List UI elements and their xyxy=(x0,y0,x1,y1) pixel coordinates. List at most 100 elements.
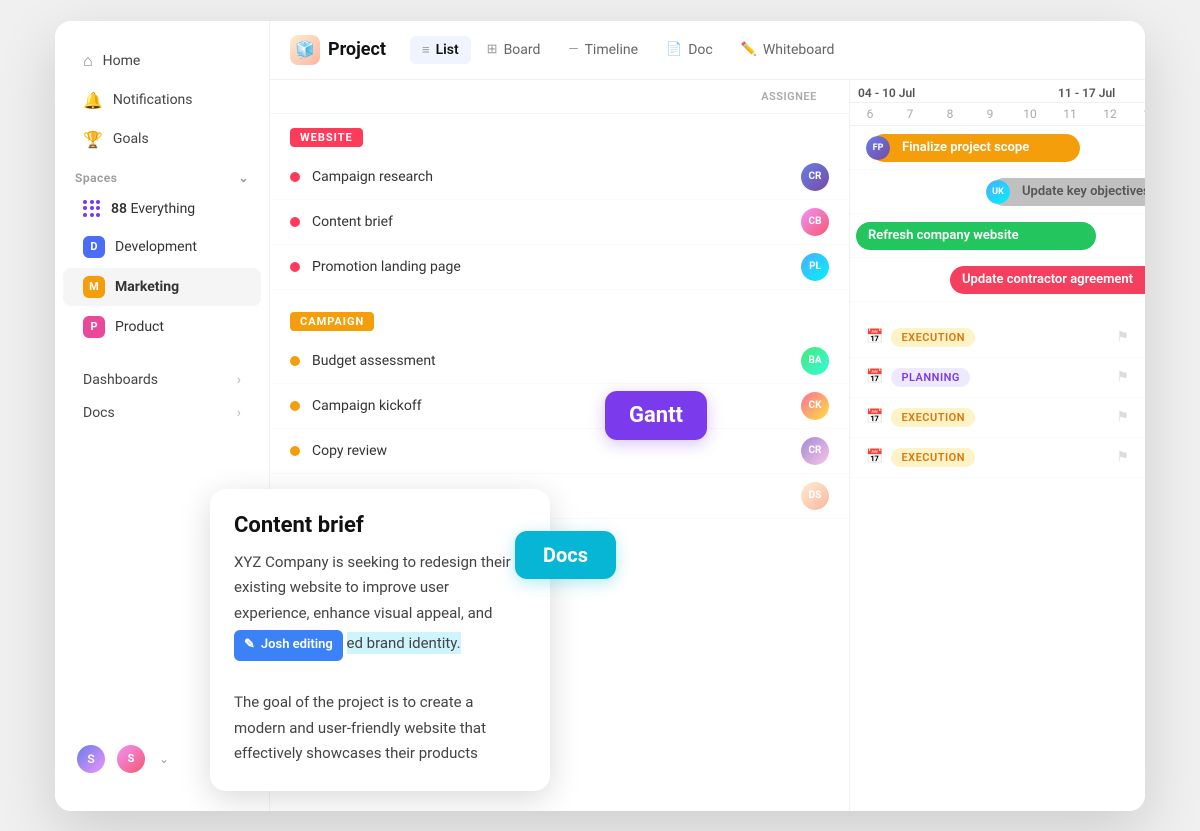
chevron-right-icon: › xyxy=(237,372,241,388)
gantt-area: 04 - 10 Jul 6 7 8 9 10 11 - 17 Jul 11 xyxy=(850,80,1145,811)
gantt-bar-contractor[interactable]: Update contractor agreement xyxy=(950,266,1145,294)
list-icon: ≡ xyxy=(422,42,430,58)
spaces-section: Spaces ⌄ xyxy=(55,159,269,191)
flag-icon: ⚑ xyxy=(1116,449,1129,465)
flag-icon: ⚑ xyxy=(1116,329,1129,345)
timeline-icon: — xyxy=(568,42,578,57)
task-name: Content brief xyxy=(312,214,801,230)
tab-navigation: ≡ List ⊞ Board — Timeline 📄 Doc ✏️ Wh xyxy=(410,36,846,64)
gantt-bar-label: Update key objectives xyxy=(1002,184,1145,199)
tab-timeline[interactable]: — Timeline xyxy=(556,36,650,64)
sidebar-item-home-label: Home xyxy=(103,53,141,69)
docs-floating-button[interactable]: Docs xyxy=(515,531,616,579)
chevron-down-icon[interactable]: ⌄ xyxy=(159,752,169,766)
sidebar-item-notifications[interactable]: 🔔 Notifications xyxy=(63,82,261,119)
bell-icon: 🔔 xyxy=(83,91,103,110)
gantt-bar-label: Update contractor agreement xyxy=(962,272,1133,287)
day-7: 7 xyxy=(890,103,930,125)
gantt-week-2: 11 - 17 Jul 11 12 13 14 xyxy=(1050,80,1145,125)
docs-floating-panel: Content brief XYZ Company is seeking to … xyxy=(210,489,550,791)
table-row[interactable]: Content brief CB xyxy=(270,200,849,245)
calendar-icon: 📅 xyxy=(866,409,883,425)
status-badge: PLANNING xyxy=(891,368,969,387)
sidebar-item-marketing[interactable]: M Marketing xyxy=(63,268,261,306)
avatar: CK xyxy=(801,392,829,420)
tab-board[interactable]: ⊞ Board xyxy=(475,36,553,64)
week-label-2: 11 - 17 Jul xyxy=(1050,80,1145,103)
task-name: Copy review xyxy=(312,443,801,459)
day-13: 13 xyxy=(1130,103,1145,125)
sidebar-item-goals[interactable]: 🏆 Goals xyxy=(63,121,261,158)
calendar-icon: 📅 xyxy=(866,329,883,345)
calendar-icon: 📅 xyxy=(866,369,883,385)
sidebar-item-docs[interactable]: Docs › xyxy=(63,397,261,429)
task-status-dot xyxy=(290,401,300,411)
marketing-label: Marketing xyxy=(115,279,179,295)
assignee-header: ASSIGNEE xyxy=(749,90,829,103)
gantt-bar-label: Finalize project scope xyxy=(882,140,1029,155)
sidebar-item-dashboards[interactable]: Dashboards › xyxy=(63,364,261,396)
day-11: 11 xyxy=(1050,103,1090,125)
table-row[interactable]: Campaign research CR xyxy=(270,155,849,200)
avatar: PL xyxy=(801,253,829,281)
gantt-floating-badge[interactable]: Gantt xyxy=(605,391,707,440)
campaign-section-header: CAMPAIGN xyxy=(270,298,849,339)
chevron-down-icon[interactable]: ⌄ xyxy=(238,171,249,185)
avatar: CB xyxy=(801,208,829,236)
campaign-badge: CAMPAIGN xyxy=(290,312,374,331)
sidebar-item-product[interactable]: P Product xyxy=(63,308,261,346)
gantt-bar-finalize[interactable]: FP Finalize project scope xyxy=(870,134,1080,162)
gantt-row: Refresh company website xyxy=(850,214,1145,258)
product-label: Product xyxy=(115,319,164,335)
gantt-bar-website[interactable]: Refresh company website xyxy=(856,222,1096,250)
tab-whiteboard[interactable]: ✏️ Whiteboard xyxy=(729,36,847,64)
task-status-dot xyxy=(290,217,300,227)
list-item[interactable]: 📅 EXECUTION ⚑ xyxy=(850,438,1145,478)
day-8: 8 xyxy=(930,103,970,125)
status-section: 📅 EXECUTION ⚑ 📅 PLANNING ⚑ 📅 EXECUTION xyxy=(850,318,1145,478)
task-status-dot xyxy=(290,356,300,366)
task-name: Budget assessment xyxy=(312,353,801,369)
tab-list[interactable]: ≡ List xyxy=(410,36,471,64)
grid-icon xyxy=(83,200,101,218)
flag-icon: ⚑ xyxy=(1116,369,1129,385)
list-item[interactable]: 📅 EXECUTION ⚑ xyxy=(850,318,1145,358)
status-badge: EXECUTION xyxy=(891,448,975,467)
tab-doc[interactable]: 📄 Doc xyxy=(654,36,725,64)
board-icon: ⊞ xyxy=(487,42,498,57)
sidebar-item-development[interactable]: D Development xyxy=(63,228,261,266)
avatar: DS xyxy=(801,482,829,510)
status-badge: EXECUTION xyxy=(891,408,975,427)
gantt-bar-objectives[interactable]: UK Update key objectives xyxy=(990,178,1145,206)
table-row[interactable]: Copy review CR xyxy=(270,429,849,474)
avatar: UK xyxy=(986,180,1010,204)
task-status-dot xyxy=(290,446,300,456)
list-item[interactable]: 📅 PLANNING ⚑ xyxy=(850,358,1145,398)
project-header: 🧊 Project ≡ List ⊞ Board — Timeline 📄 Do… xyxy=(270,21,1145,80)
gantt-week-1: 04 - 10 Jul 6 7 8 9 10 xyxy=(850,80,1050,125)
table-row[interactable]: Promotion landing page PL xyxy=(270,245,849,290)
task-name: Campaign kickoff xyxy=(312,398,801,414)
doc-icon: 📄 xyxy=(666,42,682,57)
edit-icon: ✎ xyxy=(244,634,255,656)
gantt-days-1: 6 7 8 9 10 xyxy=(850,103,1050,125)
table-row[interactable]: Budget assessment BA xyxy=(270,339,849,384)
user-avatar-gradient: S xyxy=(75,743,107,775)
gantt-row: Update contractor agreement xyxy=(850,258,1145,302)
table-row[interactable]: Campaign kickoff CK xyxy=(270,384,849,429)
list-item[interactable]: 📅 EXECUTION ⚑ xyxy=(850,398,1145,438)
status-badge: EXECUTION xyxy=(891,328,975,347)
day-9: 9 xyxy=(970,103,1010,125)
development-label: Development xyxy=(115,239,197,255)
day-6: 6 xyxy=(850,103,890,125)
day-12: 12 xyxy=(1090,103,1130,125)
website-section-header: WEBSITE xyxy=(270,114,849,155)
docs-panel-title: Content brief xyxy=(234,513,526,538)
josh-editing-badge[interactable]: ✎ Josh editing xyxy=(234,630,343,660)
sidebar-item-home[interactable]: ⌂ Home xyxy=(63,42,261,80)
task-list-header: ASSIGNEE xyxy=(270,80,849,114)
trophy-icon: 🏆 xyxy=(83,130,103,149)
sidebar-item-everything[interactable]: 88 Everything xyxy=(63,192,261,226)
flag-icon: ⚑ xyxy=(1116,409,1129,425)
avatar: BA xyxy=(801,347,829,375)
